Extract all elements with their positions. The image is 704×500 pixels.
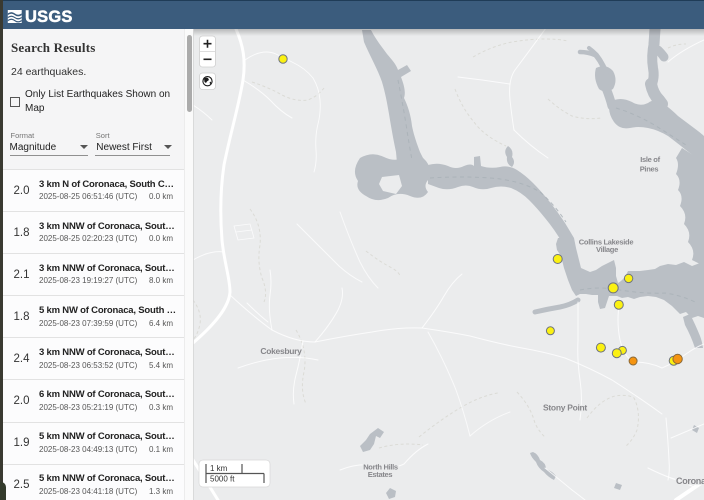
svg-text:Isle of: Isle of xyxy=(640,155,660,164)
svg-text:5000 ft: 5000 ft xyxy=(210,475,235,484)
svg-text:Estates: Estates xyxy=(368,470,393,479)
svg-text:Village: Village xyxy=(596,245,618,254)
svg-text:Stony Point: Stony Point xyxy=(543,403,587,413)
svg-text:Cokesbury: Cokesbury xyxy=(260,346,302,356)
svg-text:1 km: 1 km xyxy=(210,464,228,473)
svg-text:Coronaca: Coronaca xyxy=(676,476,704,486)
svg-text:Pines: Pines xyxy=(640,165,659,174)
